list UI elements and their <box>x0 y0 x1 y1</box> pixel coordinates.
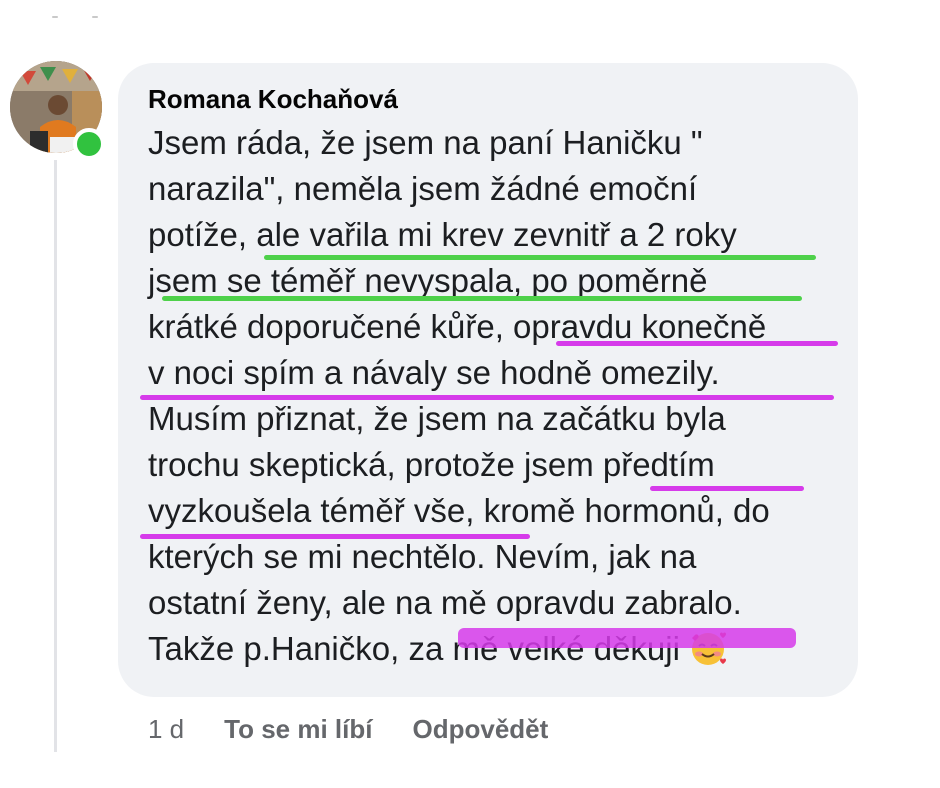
reply-button[interactable]: Odpovědět <box>412 714 548 745</box>
highlight-underline <box>140 395 834 400</box>
highlight-underline <box>264 255 816 260</box>
highlight-underline <box>650 486 804 491</box>
comment-line: potíže, ale vařila mi krev zevnitř a 2 r… <box>148 216 737 253</box>
thread-line <box>54 160 57 752</box>
comment-timestamp[interactable]: 1 d <box>148 714 184 745</box>
online-status-dot <box>73 128 105 160</box>
comment-line: trochu skeptická, protože jsem předtím <box>148 446 715 483</box>
comment-line: narazila", neměla jsem žádné emoční <box>148 170 698 207</box>
highlight-underline <box>162 296 802 301</box>
like-button[interactable]: To se mi líbí <box>224 714 372 745</box>
comment-actions: 1 d To se mi líbí Odpovědět <box>148 714 588 745</box>
comment-author[interactable]: Romana Kochaňová <box>148 84 398 115</box>
comment-line: kterých se mi nechtělo. Nevím, jak na <box>148 538 697 575</box>
highlight-underline <box>140 534 530 539</box>
comment-line: Jsem ráda, že jsem na paní Haničku " <box>148 124 703 161</box>
comment-line: v noci spím a návaly se hodně omezily. <box>148 354 720 391</box>
comment-line: ostatní ženy, ale na mě opravdu zabralo. <box>148 584 742 621</box>
comment-line: vyzkoušela téměř vše, kromě hormonů, do <box>148 492 770 529</box>
top-separator-dots <box>48 10 108 24</box>
comment-line: Musím přiznat, že jsem na začátku byla <box>148 400 726 437</box>
highlight-underline <box>556 341 838 346</box>
highlight-marker <box>458 628 796 648</box>
